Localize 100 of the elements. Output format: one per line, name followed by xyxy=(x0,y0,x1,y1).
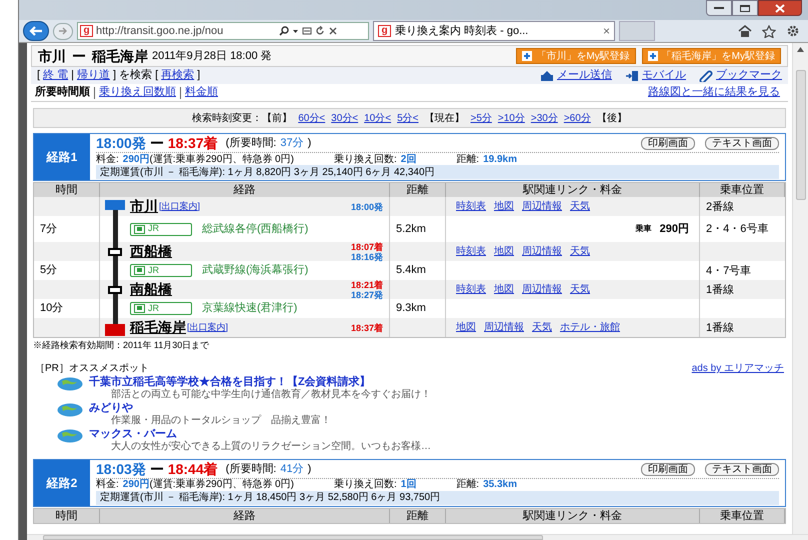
ads-by-link[interactable]: ads by エリアマッチ xyxy=(692,361,784,376)
operator-badge: JR xyxy=(130,222,192,236)
distance-value: 35.3km xyxy=(483,478,517,492)
globe-icon xyxy=(57,428,83,442)
time-shift-link[interactable]: 30分< xyxy=(331,110,358,126)
bracket-text: | xyxy=(71,68,74,84)
station-link[interactable]: 地図 xyxy=(494,199,514,214)
station-link[interactable]: 周辺情報 xyxy=(522,199,562,214)
close-button[interactable] xyxy=(758,0,802,16)
station-link[interactable]: 地図 xyxy=(494,282,514,297)
favicon: g xyxy=(80,25,93,37)
minimize-button[interactable] xyxy=(706,0,732,16)
station-link[interactable]: 天気 xyxy=(532,320,552,335)
time-shift-link[interactable]: 10分< xyxy=(364,110,392,126)
transfers-value: 1回 xyxy=(400,478,416,492)
tab-title: 乗り換え案内 時刻表 - go... xyxy=(395,24,530,39)
transfers-label: 乗り換え回数: xyxy=(334,152,397,166)
arrow-left-icon xyxy=(29,26,43,36)
arrival-time: 18:21着 xyxy=(350,280,383,290)
tool-link[interactable]: モバイル xyxy=(642,67,686,84)
ad-title-link[interactable]: 千葉市立稲毛高等学校★合格を目指す！【Z会資料請求】 xyxy=(89,376,431,388)
station-name[interactable]: 西船橋 xyxy=(130,241,172,262)
station-link[interactable]: 天気 xyxy=(570,244,590,259)
transfers-label: 乗り換え回数: xyxy=(334,478,397,492)
exit-info-link[interactable]: [出口案内] xyxy=(159,200,200,214)
boarding-position: 2・4・6号車 xyxy=(706,223,768,235)
sort-tab[interactable]: 乗り換え回数順 xyxy=(99,84,176,101)
scroll-thumb[interactable] xyxy=(796,70,806,200)
destination-station: 稲毛海岸 xyxy=(92,46,148,66)
time-shift-link[interactable]: >60分 xyxy=(564,110,591,126)
route-map-link[interactable]: 路線図と一緒に結果を見る xyxy=(648,84,780,101)
search-link[interactable]: 再検索 xyxy=(161,67,194,84)
station-link[interactable]: 時刻表 xyxy=(456,282,486,297)
station-link[interactable]: 周辺情報 xyxy=(522,244,562,259)
station-name[interactable]: 稲毛海岸 xyxy=(130,317,186,338)
duration-label: (所要時間: xyxy=(226,462,276,477)
column-header: 距離 xyxy=(390,508,446,522)
back-button[interactable] xyxy=(23,21,49,41)
station-link[interactable]: 天気 xyxy=(570,282,590,297)
address-text: http://transit.goo.ne.jp/nou xyxy=(96,24,224,39)
tool-link[interactable]: ブックマーク xyxy=(716,67,782,84)
station-link[interactable]: 地図 xyxy=(456,320,476,335)
search-link[interactable]: 終 電 xyxy=(43,67,68,84)
boarding-position: 4・7号車 xyxy=(706,264,752,276)
station-link[interactable]: 周辺情報 xyxy=(484,320,524,335)
travel-time: 7分 xyxy=(40,222,58,237)
departure-time: 18:16発 xyxy=(350,252,383,262)
transfer-marker xyxy=(108,248,122,256)
station-name[interactable]: 南船橋 xyxy=(130,279,172,300)
station-link[interactable]: 地図 xyxy=(494,244,514,259)
fare-value: 290円 xyxy=(122,478,150,492)
station-name[interactable]: 市川 xyxy=(130,196,158,217)
train-icon xyxy=(134,224,145,234)
commuter-fare: 定期運賃(市川 － 稲毛海岸): 1ヶ月 18,450円 3ヶ月 52,580円 6ヶ月 93,750円 xyxy=(96,490,779,504)
time-shift-link[interactable]: >30分 xyxy=(530,110,558,126)
scroll-up-icon[interactable] xyxy=(797,47,804,52)
station-link[interactable]: ホテル・旅館 xyxy=(560,320,620,335)
vertical-scrollbar[interactable] xyxy=(792,43,808,534)
time-shift-link[interactable]: >10分 xyxy=(498,110,525,126)
sort-tab[interactable]: 所要時間順 xyxy=(35,84,90,101)
commuter-fare: 定期運賃(市川 － 稲毛海岸): 1ヶ月 8,820円 3ヶ月 25,140円 6ヶ月 42,340円 xyxy=(96,165,779,179)
arrow-right-icon xyxy=(58,27,68,35)
bracket-text: ] xyxy=(197,68,200,84)
mail-icon xyxy=(540,70,554,82)
exit-info-link[interactable]: [出口案内] xyxy=(187,320,228,334)
boarding-position: 2番線 xyxy=(706,200,734,212)
train-line-name: 京葉線快速(君津行) xyxy=(202,300,298,316)
horizontal-scrollbar[interactable] xyxy=(27,534,808,540)
station-link[interactable]: 時刻表 xyxy=(456,244,486,259)
column-header: 駅関連リンク・料金 xyxy=(446,508,700,522)
print-view-button[interactable]: テキスト画面 xyxy=(705,137,779,150)
ad-title-link[interactable]: マックス・バーム xyxy=(89,428,431,440)
station-link[interactable]: 周辺情報 xyxy=(522,282,562,297)
column-header: 乗車位置 xyxy=(700,508,785,522)
search-datetime: 2011年9月28日 18:00 発 xyxy=(152,48,272,64)
print-view-button[interactable]: テキスト画面 xyxy=(705,462,779,476)
travel-time: 10分 xyxy=(40,301,64,316)
transfer-marker xyxy=(108,286,122,294)
print-view-button[interactable]: 印刷画面 xyxy=(641,137,695,150)
search-link[interactable]: 帰り道 xyxy=(76,67,110,84)
tab-close-button[interactable]: × xyxy=(602,22,610,40)
maximize-button[interactable] xyxy=(732,0,758,16)
ad-title-link[interactable]: みどりや xyxy=(89,402,331,414)
home-icon xyxy=(738,25,752,37)
departure-time: 18:00発 xyxy=(96,134,146,153)
sort-tab[interactable]: 料金順 xyxy=(185,84,218,101)
tool-link[interactable]: メール送信 xyxy=(557,67,612,84)
duration-close: ) xyxy=(308,462,312,477)
address-bar[interactable]: g http://transit.goo.ne.jp/nou xyxy=(77,22,369,40)
time-shift-link[interactable]: 5分< xyxy=(397,110,418,126)
station-link[interactable]: 時刻表 xyxy=(456,199,486,214)
fare-label: 料金: xyxy=(96,478,119,492)
browser-tab[interactable]: g 乗り換え案内 時刻表 - go... × xyxy=(373,21,615,41)
time-shift-link[interactable]: 60分< xyxy=(298,110,326,126)
column-header: 経路 xyxy=(100,508,390,522)
arrival-time: 18:07着 xyxy=(350,242,383,252)
print-view-button[interactable]: 印刷画面 xyxy=(641,462,695,476)
station-link[interactable]: 天気 xyxy=(570,199,590,214)
time-shift-link[interactable]: >5分 xyxy=(470,110,492,126)
route-label: 経路2 xyxy=(34,460,90,506)
